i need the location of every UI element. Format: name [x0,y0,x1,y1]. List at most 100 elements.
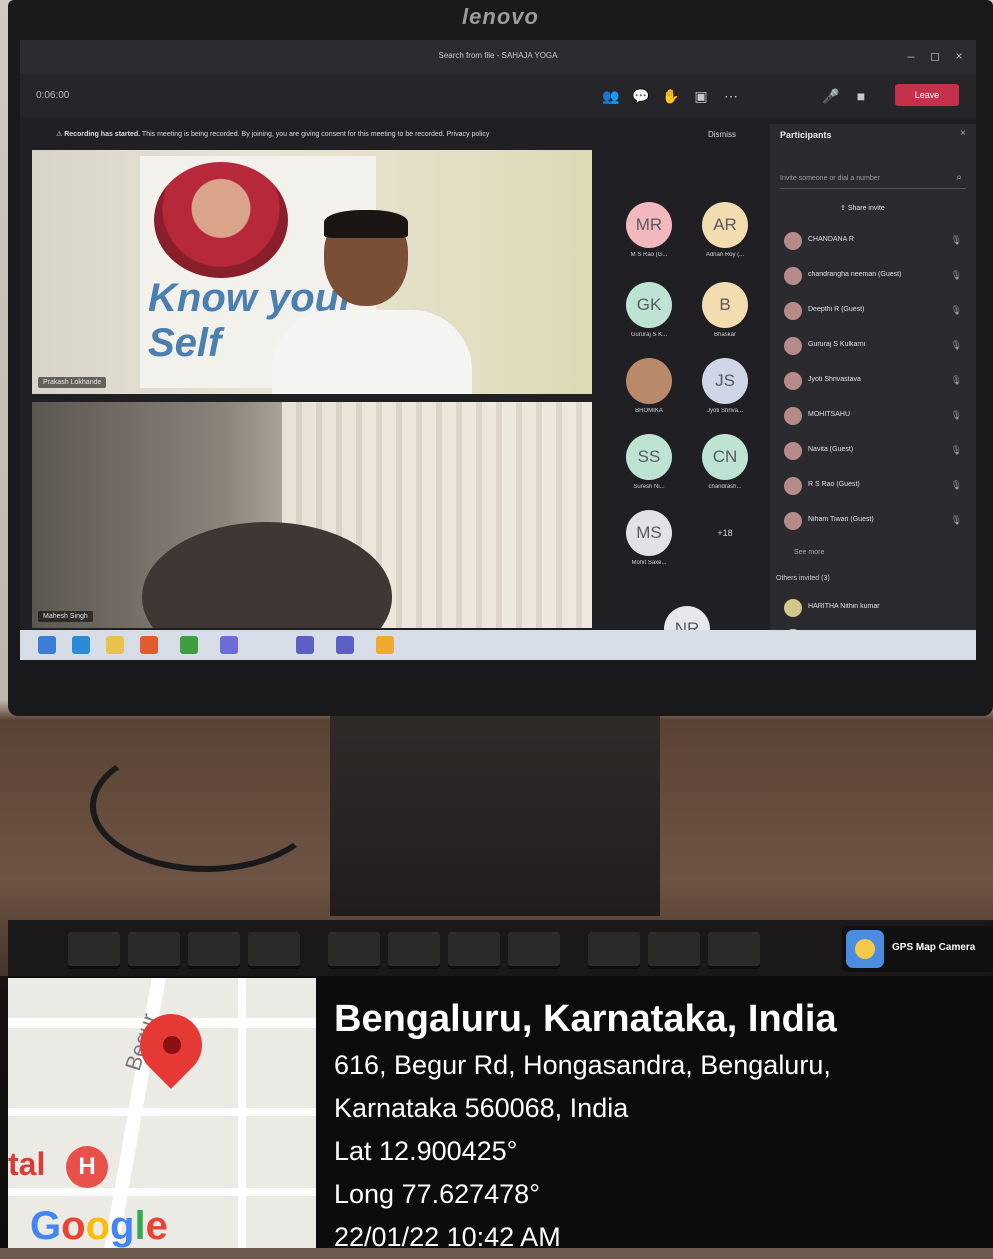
invited-row[interactable]: HARITHA Nithin kumar [784,597,974,621]
others-invited-header[interactable]: Others invited (3) [776,575,830,582]
pane-close-icon[interactable]: × [960,128,966,139]
datetime: 22/01/22 10:42 AM [334,1222,561,1252]
minimize-icon[interactable]: – [900,46,922,66]
chrome-icon[interactable] [180,636,198,654]
mic-icon[interactable]: 🎤 [820,86,842,106]
participant-avatar-icon [784,512,802,530]
teams-icon[interactable] [296,636,314,654]
maximize-icon[interactable]: ◻ [924,46,946,66]
participant-row[interactable]: Jyoti Shrivastava 🎙 [784,370,974,394]
tile-name-label: Mahesh Singh [38,611,93,622]
address-line-2: Karnataka 560068, India [334,1093,629,1123]
participant-avatar[interactable]: MR [626,202,672,248]
google-logo-letter: l [134,1204,146,1248]
search-icon[interactable]: ⌕ [956,172,962,183]
participant-avatar[interactable]: +18 [702,510,748,556]
participant-avatar[interactable]: GK [626,282,672,328]
key [508,932,560,966]
participant-avatar-label: chandrash... [708,484,742,490]
chat-icon[interactable]: 💬 [630,86,652,106]
key [248,932,300,966]
participant-avatar-label: Mohit Saxe... [631,560,667,566]
participant-avatar-label: Bhaskar [713,332,736,338]
key [588,932,640,966]
video-tile-second[interactable]: Mahesh Singh [32,402,592,628]
participant-row[interactable]: CHANDANA R 🎙 [784,230,974,254]
folder-icon[interactable] [106,636,124,654]
google-logo-letter: g [110,1204,135,1248]
cable [90,740,322,872]
key [328,932,380,966]
participant-name: chandrangha neeman (Guest) [808,271,902,278]
start-icon[interactable] [38,636,56,654]
participant-avatar-label: Adnan Roy (... [705,252,745,258]
key [68,932,120,966]
participant-avatar-label: M S Rao (G... [630,252,668,258]
gps-lens [855,939,875,959]
key [648,932,700,966]
tile-name-label: Prakash Lokhande [38,377,107,388]
window-titlebar: Search from file - SAHAJA YOGA – ◻ × [20,40,976,74]
presenter-person [272,210,472,394]
monitor-stand [330,716,660,916]
key [388,932,440,966]
more-icon[interactable]: ⋯ [720,86,742,106]
meeting-timer: 0:06:00 [36,90,70,101]
google-logo-letter: o [61,1204,86,1248]
participant-avatar-icon [784,302,802,320]
leave-button[interactable]: Leave [895,84,959,106]
location-title: Bengaluru, Karnataka, India [334,998,837,1040]
see-more-link[interactable]: See more [794,549,824,556]
mic-off-icon: 🎙 [950,340,962,350]
video-tile-presenter[interactable]: Know your Self Prakash Lokhande [32,150,592,394]
participant-avatar[interactable]: CN [702,434,748,480]
address-line-1: 616, Begur Rd, Hongasandra, Bengaluru, [334,1050,831,1080]
camera-icon[interactable]: ■ [850,86,872,106]
mic-off-icon: 🎙 [950,375,962,385]
teams-icon[interactable] [336,636,354,654]
participant-avatar[interactable] [626,358,672,404]
participant-row[interactable]: R S Rao (Guest) 🎙 [784,475,974,499]
rooms-icon[interactable]: ▣ [690,86,712,106]
invite-search-input[interactable]: Invite someone or dial a number [780,170,966,189]
dismiss-button[interactable]: Dismiss [708,130,736,139]
raise-hand-icon[interactable]: ✋ [660,86,682,106]
participant-avatar-label: Suresh Ni... [633,484,665,490]
location-text-block: Bengaluru, Karnataka, India 616, Begur R… [334,994,984,1259]
participant-avatar-label: Jyoti Shriva... [706,408,743,414]
google-logo-letter: o [85,1204,110,1248]
map-road [238,978,246,1248]
map-poi-text: tal [8,1146,46,1182]
poster-photo [154,162,288,278]
participant-avatar[interactable]: MS [626,510,672,556]
participant-avatar[interactable]: B [702,282,748,328]
monitor: lenovo Search from file - SAHAJA YOGA – … [8,0,993,716]
participant-row[interactable]: Deepthi R (Guest) 🎙 [784,300,974,324]
participants-icon[interactable]: 👥 [600,86,622,106]
media-icon[interactable] [140,636,158,654]
participant-row[interactable]: MOHITSAHU 🎙 [784,405,974,429]
participant-avatar[interactable]: SS [626,434,672,480]
participant-avatar-label: Gururaj S K... [630,332,668,338]
participant-avatar-icon [784,407,802,425]
participant-avatar-icon [784,337,802,355]
participant-avatar[interactable]: JS [702,358,748,404]
mic-off-icon: 🎙 [950,410,962,420]
gps-app-badge: GPS Map Camera [842,926,993,972]
browser-icon[interactable] [72,636,90,654]
hospital-icon: H [66,1146,108,1188]
map-thumbnail: Begur tal H Google [8,978,316,1248]
folder-icon[interactable] [376,636,394,654]
participant-row[interactable]: Gururaj S Kulkarni 🎙 [784,335,974,359]
close-icon[interactable]: × [948,46,970,66]
google-logo-letter: e [145,1204,168,1248]
participant-row[interactable]: Niham Tiwari (Guest) 🎙 [784,510,974,534]
participant-avatar[interactable]: AR [702,202,748,248]
participant-row[interactable]: chandrangha neeman (Guest) 🎙 [784,265,974,289]
share-invite-button[interactable]: ⇪ Share invite [840,204,885,212]
participant-name: Deepthi R (Guest) [808,306,865,313]
latitude: Lat 12.900425° [334,1136,518,1166]
participant-row[interactable]: Navita (Guest) 🎙 [784,440,974,464]
app-icon[interactable] [220,636,238,654]
window-title: Search from file - SAHAJA YOGA [438,51,558,60]
